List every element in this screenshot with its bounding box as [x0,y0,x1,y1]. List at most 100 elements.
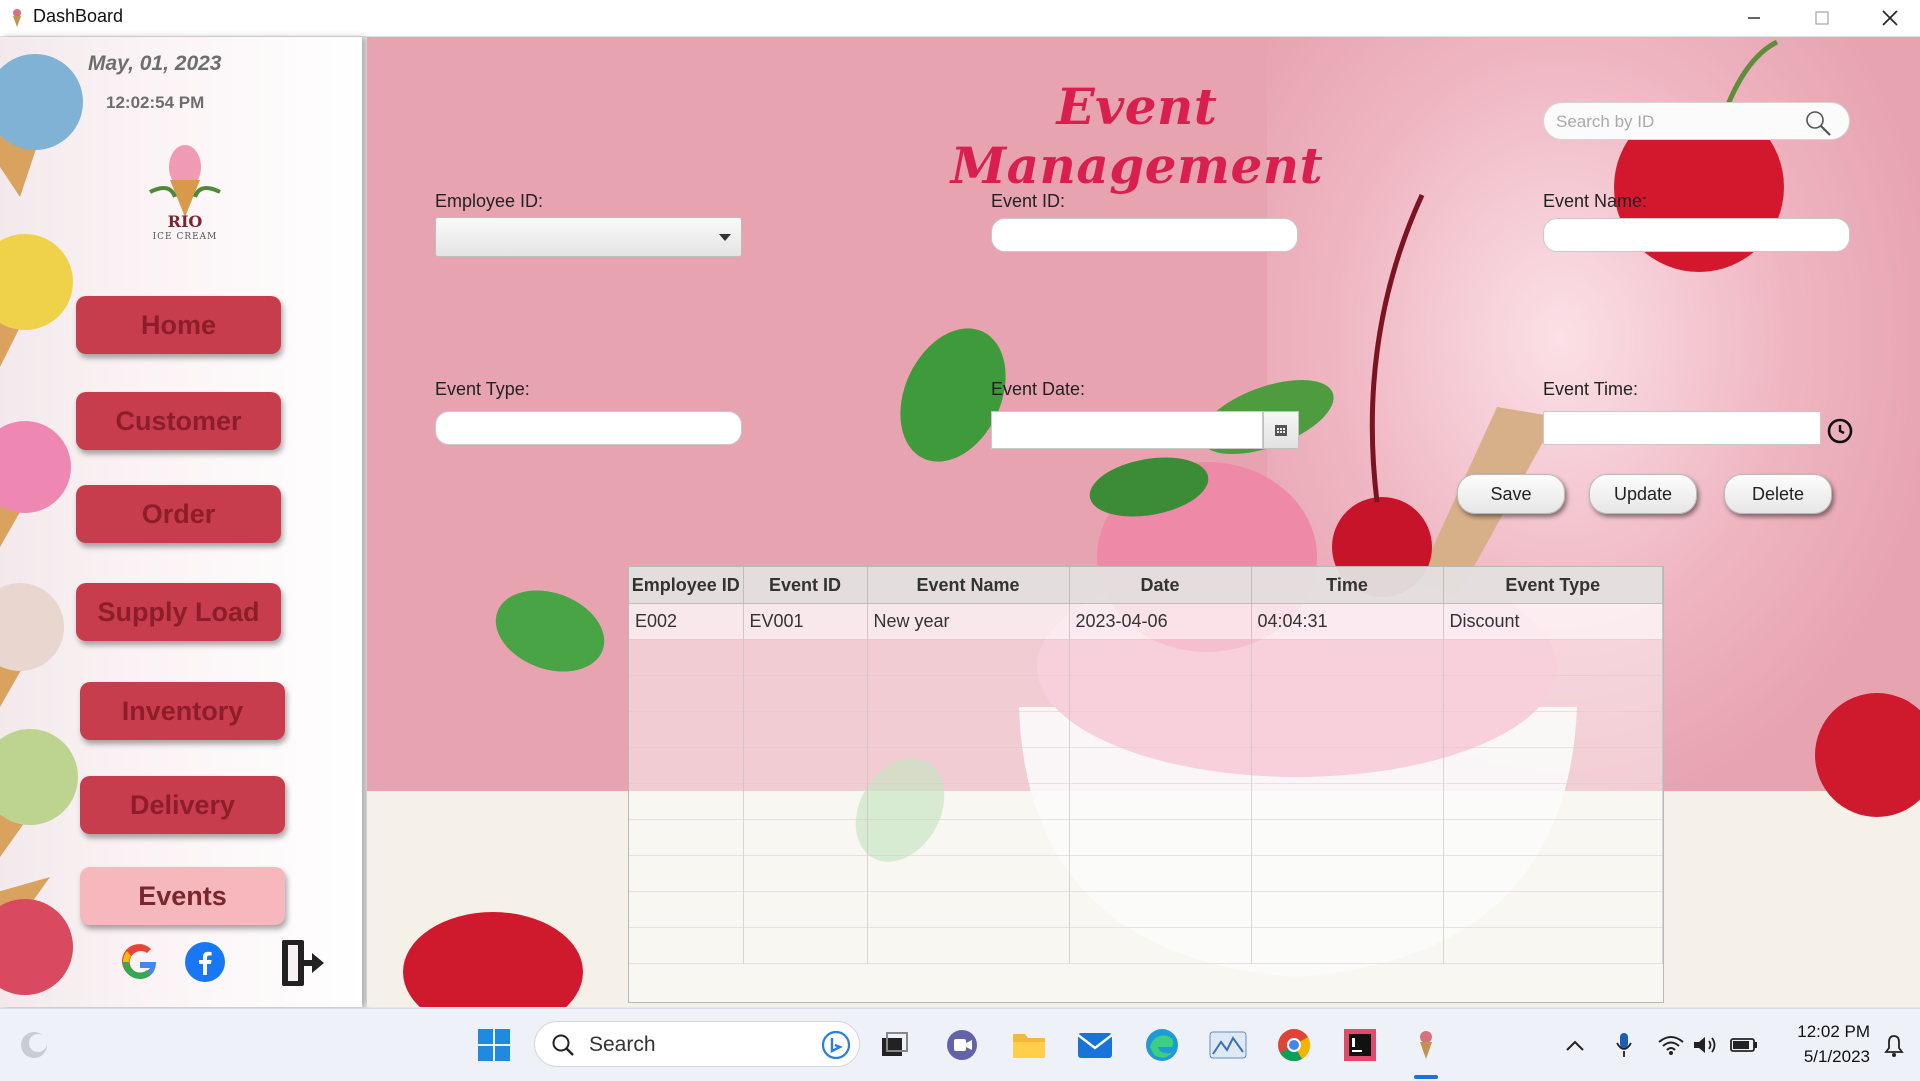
java-app-button[interactable] [1406,1025,1446,1065]
column-header-employee-id[interactable]: Employee ID [629,567,744,604]
tray-clock[interactable]: 12:02 PM 5/1/2023 [1770,1019,1870,1069]
event-time-input[interactable] [1543,411,1821,445]
empty-table-row [629,819,1663,856]
taskbar-search-box[interactable]: Search [534,1021,860,1067]
empty-table-row [629,639,1663,676]
volume-button[interactable] [1685,1025,1725,1065]
chrome-button[interactable] [1274,1025,1314,1065]
teams-chat-button[interactable] [942,1025,982,1065]
file-explorer-button[interactable] [1009,1025,1049,1065]
event-id-input[interactable] [991,218,1298,252]
notification-icon [1884,1035,1904,1057]
cell-time: 04:04:31 [1251,603,1444,640]
nav-inventory-button[interactable]: Inventory [80,682,285,740]
cell-event-id: EV001 [743,603,868,640]
ice-cream-cone-image [0,54,83,197]
close-icon [1882,10,1898,26]
nav-home-button[interactable]: Home [76,296,281,354]
search-icon [552,1034,574,1056]
weather-widget[interactable] [14,1025,54,1065]
windows-icon [478,1029,510,1061]
column-header-event-type[interactable]: Event Type [1443,567,1663,604]
notifications-button[interactable] [1874,1025,1914,1065]
column-header-event-name[interactable]: Event Name [867,567,1070,604]
cell-event-name: New year [867,603,1070,640]
bing-icon [821,1030,851,1060]
event-date-input[interactable] [991,411,1263,449]
clock-time: 12:02 PM [1797,1022,1870,1041]
chevron-down-icon [719,234,731,241]
search-box [1543,102,1850,140]
chat-icon [947,1030,977,1060]
event-type-label: Event Type: [435,379,530,399]
mail-button[interactable] [1075,1025,1115,1065]
app-icon [13,9,21,27]
event-time-label: Event Time: [1543,379,1639,399]
edge-icon [1146,1029,1178,1061]
ice-cream-cone-image [0,583,64,707]
empty-table-row [629,855,1663,892]
nav-order-button[interactable]: Order [76,485,281,543]
ice-cream-app-icon [1420,1031,1432,1059]
ice-cream-logo-icon [149,145,221,217]
table-header-row: Employee ID Event ID Event Name Date Tim… [629,567,1663,604]
intellij-button[interactable] [1340,1025,1380,1065]
window-title: DashBoard [33,6,124,26]
minimize-button[interactable] [1720,0,1788,36]
date-picker-button[interactable] [1263,411,1299,449]
chevron-up-icon [1566,1040,1584,1051]
employee-id-dropdown[interactable] [435,217,742,257]
task-view-icon [882,1032,908,1056]
nav-events-button[interactable]: Events [80,867,285,925]
maximize-button[interactable] [1788,0,1856,36]
clock-icon[interactable] [1827,418,1853,444]
ice-cream-cone-image [0,877,73,995]
logo-subtitle: ICE CREAM [152,232,218,242]
battery-button[interactable] [1724,1025,1764,1065]
event-name-label: Event Name: [1543,191,1648,211]
column-header-event-id[interactable]: Event ID [743,567,868,604]
delete-button[interactable]: Delete [1724,474,1832,514]
weather-icon [21,1032,47,1058]
microphone-button[interactable] [1604,1025,1644,1065]
edge-browser-button[interactable] [1142,1025,1182,1065]
sidebar: May, 01, 2023 12:02:54 PM RIO ICE CREAM … [0,37,362,1007]
clock-date: 5/1/2023 [1803,1047,1870,1066]
mail-icon [1077,1033,1113,1058]
photos-button[interactable] [1208,1025,1248,1065]
empty-table-row [629,783,1663,820]
folder-icon [1013,1034,1045,1058]
search-icon[interactable] [1804,109,1832,137]
show-hidden-icons-button[interactable] [1555,1025,1595,1065]
table-row[interactable]: E002 EV001 New year 2023-04-06 04:04:31 … [629,603,1663,640]
google-icon[interactable] [118,940,162,984]
empty-table-row [629,711,1663,748]
cell-date: 2023-04-06 [1069,603,1252,640]
event-name-input[interactable] [1543,218,1850,252]
nav-customer-button[interactable]: Customer [76,392,281,450]
active-app-indicator [1414,1075,1438,1079]
empty-table-row [629,747,1663,784]
events-table[interactable]: Employee ID Event ID Event Name Date Tim… [628,566,1664,1003]
column-header-date[interactable]: Date [1069,567,1252,604]
logout-icon[interactable] [278,937,328,989]
search-input[interactable] [1554,109,1798,135]
minimize-icon [1748,17,1760,19]
update-button[interactable]: Update [1589,474,1697,514]
taskbar-search-label: Search [589,1033,656,1056]
nav-supply-load-button[interactable]: Supply Load [76,583,281,641]
current-time: 12:02:54 PM [106,93,205,112]
ice-cream-cone-image [0,729,78,857]
event-type-input[interactable] [435,411,742,445]
close-button[interactable] [1856,0,1920,36]
task-view-button[interactable] [874,1025,914,1065]
column-header-time[interactable]: Time [1251,567,1444,604]
facebook-icon[interactable] [184,941,226,983]
microphone-icon [1616,1033,1632,1057]
save-button[interactable]: Save [1457,474,1565,514]
start-button[interactable] [474,1025,514,1065]
nav-delivery-button[interactable]: Delivery [80,776,285,834]
employee-id-label: Employee ID: [435,191,544,211]
battery-icon [1730,1038,1757,1052]
empty-table-row [629,927,1663,964]
